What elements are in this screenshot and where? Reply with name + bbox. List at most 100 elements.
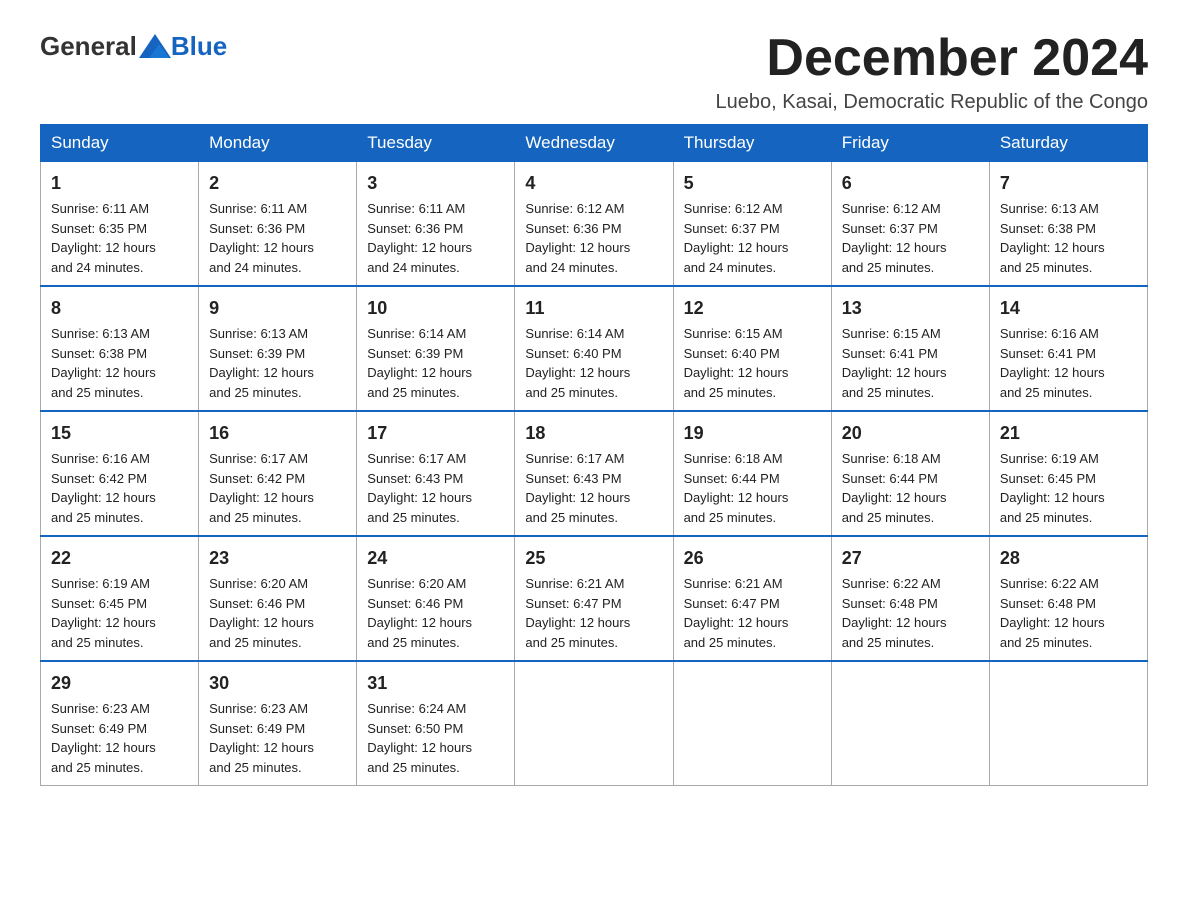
- day-number: 20: [842, 420, 979, 447]
- weekday-header-sunday: Sunday: [41, 125, 199, 162]
- calendar-cell: 13Sunrise: 6:15 AMSunset: 6:41 PMDayligh…: [831, 286, 989, 411]
- calendar-cell: [989, 661, 1147, 786]
- calendar-week-row: 22Sunrise: 6:19 AMSunset: 6:45 PMDayligh…: [41, 536, 1148, 661]
- day-number: 31: [367, 670, 504, 697]
- day-info: Sunrise: 6:13 AMSunset: 6:38 PMDaylight:…: [51, 324, 188, 402]
- day-info: Sunrise: 6:18 AMSunset: 6:44 PMDaylight:…: [842, 449, 979, 527]
- day-number: 19: [684, 420, 821, 447]
- weekday-header-wednesday: Wednesday: [515, 125, 673, 162]
- page-header: General Blue December 2024 Luebo, Kasai,…: [40, 30, 1148, 114]
- calendar-cell: 16Sunrise: 6:17 AMSunset: 6:42 PMDayligh…: [199, 411, 357, 536]
- day-number: 22: [51, 545, 188, 572]
- calendar-cell: 25Sunrise: 6:21 AMSunset: 6:47 PMDayligh…: [515, 536, 673, 661]
- month-title: December 2024: [716, 30, 1148, 87]
- day-number: 29: [51, 670, 188, 697]
- day-number: 3: [367, 170, 504, 197]
- weekday-header-monday: Monday: [199, 125, 357, 162]
- day-info: Sunrise: 6:13 AMSunset: 6:39 PMDaylight:…: [209, 324, 346, 402]
- weekday-header-tuesday: Tuesday: [357, 125, 515, 162]
- calendar-cell: 28Sunrise: 6:22 AMSunset: 6:48 PMDayligh…: [989, 536, 1147, 661]
- day-number: 10: [367, 295, 504, 322]
- calendar-cell: 22Sunrise: 6:19 AMSunset: 6:45 PMDayligh…: [41, 536, 199, 661]
- day-info: Sunrise: 6:16 AMSunset: 6:41 PMDaylight:…: [1000, 324, 1137, 402]
- day-number: 26: [684, 545, 821, 572]
- day-number: 21: [1000, 420, 1137, 447]
- day-info: Sunrise: 6:12 AMSunset: 6:36 PMDaylight:…: [525, 199, 662, 277]
- calendar-cell: 10Sunrise: 6:14 AMSunset: 6:39 PMDayligh…: [357, 286, 515, 411]
- calendar-body: 1Sunrise: 6:11 AMSunset: 6:35 PMDaylight…: [41, 162, 1148, 786]
- calendar-cell: 15Sunrise: 6:16 AMSunset: 6:42 PMDayligh…: [41, 411, 199, 536]
- calendar-cell: 18Sunrise: 6:17 AMSunset: 6:43 PMDayligh…: [515, 411, 673, 536]
- calendar-cell: [673, 661, 831, 786]
- day-info: Sunrise: 6:11 AMSunset: 6:35 PMDaylight:…: [51, 199, 188, 277]
- day-info: Sunrise: 6:15 AMSunset: 6:40 PMDaylight:…: [684, 324, 821, 402]
- calendar-cell: 31Sunrise: 6:24 AMSunset: 6:50 PMDayligh…: [357, 661, 515, 786]
- day-info: Sunrise: 6:11 AMSunset: 6:36 PMDaylight:…: [367, 199, 504, 277]
- calendar-week-row: 15Sunrise: 6:16 AMSunset: 6:42 PMDayligh…: [41, 411, 1148, 536]
- day-info: Sunrise: 6:23 AMSunset: 6:49 PMDaylight:…: [51, 699, 188, 777]
- weekday-header-thursday: Thursday: [673, 125, 831, 162]
- calendar-cell: [515, 661, 673, 786]
- calendar-cell: 6Sunrise: 6:12 AMSunset: 6:37 PMDaylight…: [831, 162, 989, 287]
- calendar-week-row: 1Sunrise: 6:11 AMSunset: 6:35 PMDaylight…: [41, 162, 1148, 287]
- day-info: Sunrise: 6:22 AMSunset: 6:48 PMDaylight:…: [1000, 574, 1137, 652]
- day-info: Sunrise: 6:17 AMSunset: 6:43 PMDaylight:…: [367, 449, 504, 527]
- day-info: Sunrise: 6:23 AMSunset: 6:49 PMDaylight:…: [209, 699, 346, 777]
- day-number: 23: [209, 545, 346, 572]
- calendar-cell: 30Sunrise: 6:23 AMSunset: 6:49 PMDayligh…: [199, 661, 357, 786]
- day-number: 25: [525, 545, 662, 572]
- weekday-header-row: SundayMondayTuesdayWednesdayThursdayFrid…: [41, 125, 1148, 162]
- day-info: Sunrise: 6:17 AMSunset: 6:42 PMDaylight:…: [209, 449, 346, 527]
- calendar-cell: 23Sunrise: 6:20 AMSunset: 6:46 PMDayligh…: [199, 536, 357, 661]
- calendar-cell: 8Sunrise: 6:13 AMSunset: 6:38 PMDaylight…: [41, 286, 199, 411]
- calendar-cell: 9Sunrise: 6:13 AMSunset: 6:39 PMDaylight…: [199, 286, 357, 411]
- day-number: 4: [525, 170, 662, 197]
- day-number: 7: [1000, 170, 1137, 197]
- day-info: Sunrise: 6:19 AMSunset: 6:45 PMDaylight:…: [1000, 449, 1137, 527]
- calendar-cell: [831, 661, 989, 786]
- day-number: 8: [51, 295, 188, 322]
- calendar-week-row: 29Sunrise: 6:23 AMSunset: 6:49 PMDayligh…: [41, 661, 1148, 786]
- calendar-cell: 7Sunrise: 6:13 AMSunset: 6:38 PMDaylight…: [989, 162, 1147, 287]
- day-info: Sunrise: 6:24 AMSunset: 6:50 PMDaylight:…: [367, 699, 504, 777]
- day-info: Sunrise: 6:21 AMSunset: 6:47 PMDaylight:…: [684, 574, 821, 652]
- logo-text-general: General: [40, 31, 137, 62]
- day-info: Sunrise: 6:16 AMSunset: 6:42 PMDaylight:…: [51, 449, 188, 527]
- day-info: Sunrise: 6:13 AMSunset: 6:38 PMDaylight:…: [1000, 199, 1137, 277]
- day-number: 27: [842, 545, 979, 572]
- calendar-cell: 5Sunrise: 6:12 AMSunset: 6:37 PMDaylight…: [673, 162, 831, 287]
- day-number: 15: [51, 420, 188, 447]
- day-number: 1: [51, 170, 188, 197]
- day-info: Sunrise: 6:11 AMSunset: 6:36 PMDaylight:…: [209, 199, 346, 277]
- day-number: 2: [209, 170, 346, 197]
- calendar-cell: 24Sunrise: 6:20 AMSunset: 6:46 PMDayligh…: [357, 536, 515, 661]
- day-info: Sunrise: 6:22 AMSunset: 6:48 PMDaylight:…: [842, 574, 979, 652]
- weekday-header-saturday: Saturday: [989, 125, 1147, 162]
- day-info: Sunrise: 6:17 AMSunset: 6:43 PMDaylight:…: [525, 449, 662, 527]
- day-info: Sunrise: 6:20 AMSunset: 6:46 PMDaylight:…: [209, 574, 346, 652]
- calendar-cell: 17Sunrise: 6:17 AMSunset: 6:43 PMDayligh…: [357, 411, 515, 536]
- day-info: Sunrise: 6:19 AMSunset: 6:45 PMDaylight:…: [51, 574, 188, 652]
- calendar-cell: 29Sunrise: 6:23 AMSunset: 6:49 PMDayligh…: [41, 661, 199, 786]
- logo-icon: [139, 30, 171, 62]
- day-info: Sunrise: 6:12 AMSunset: 6:37 PMDaylight:…: [684, 199, 821, 277]
- day-number: 16: [209, 420, 346, 447]
- day-number: 13: [842, 295, 979, 322]
- day-number: 6: [842, 170, 979, 197]
- calendar-cell: 20Sunrise: 6:18 AMSunset: 6:44 PMDayligh…: [831, 411, 989, 536]
- day-number: 30: [209, 670, 346, 697]
- calendar-cell: 19Sunrise: 6:18 AMSunset: 6:44 PMDayligh…: [673, 411, 831, 536]
- calendar-cell: 2Sunrise: 6:11 AMSunset: 6:36 PMDaylight…: [199, 162, 357, 287]
- day-number: 9: [209, 295, 346, 322]
- day-info: Sunrise: 6:20 AMSunset: 6:46 PMDaylight:…: [367, 574, 504, 652]
- calendar-cell: 14Sunrise: 6:16 AMSunset: 6:41 PMDayligh…: [989, 286, 1147, 411]
- calendar-cell: 12Sunrise: 6:15 AMSunset: 6:40 PMDayligh…: [673, 286, 831, 411]
- logo: General Blue: [40, 30, 227, 62]
- day-info: Sunrise: 6:12 AMSunset: 6:37 PMDaylight:…: [842, 199, 979, 277]
- calendar-week-row: 8Sunrise: 6:13 AMSunset: 6:38 PMDaylight…: [41, 286, 1148, 411]
- day-number: 12: [684, 295, 821, 322]
- calendar-cell: 27Sunrise: 6:22 AMSunset: 6:48 PMDayligh…: [831, 536, 989, 661]
- day-number: 14: [1000, 295, 1137, 322]
- day-number: 11: [525, 295, 662, 322]
- calendar-cell: 4Sunrise: 6:12 AMSunset: 6:36 PMDaylight…: [515, 162, 673, 287]
